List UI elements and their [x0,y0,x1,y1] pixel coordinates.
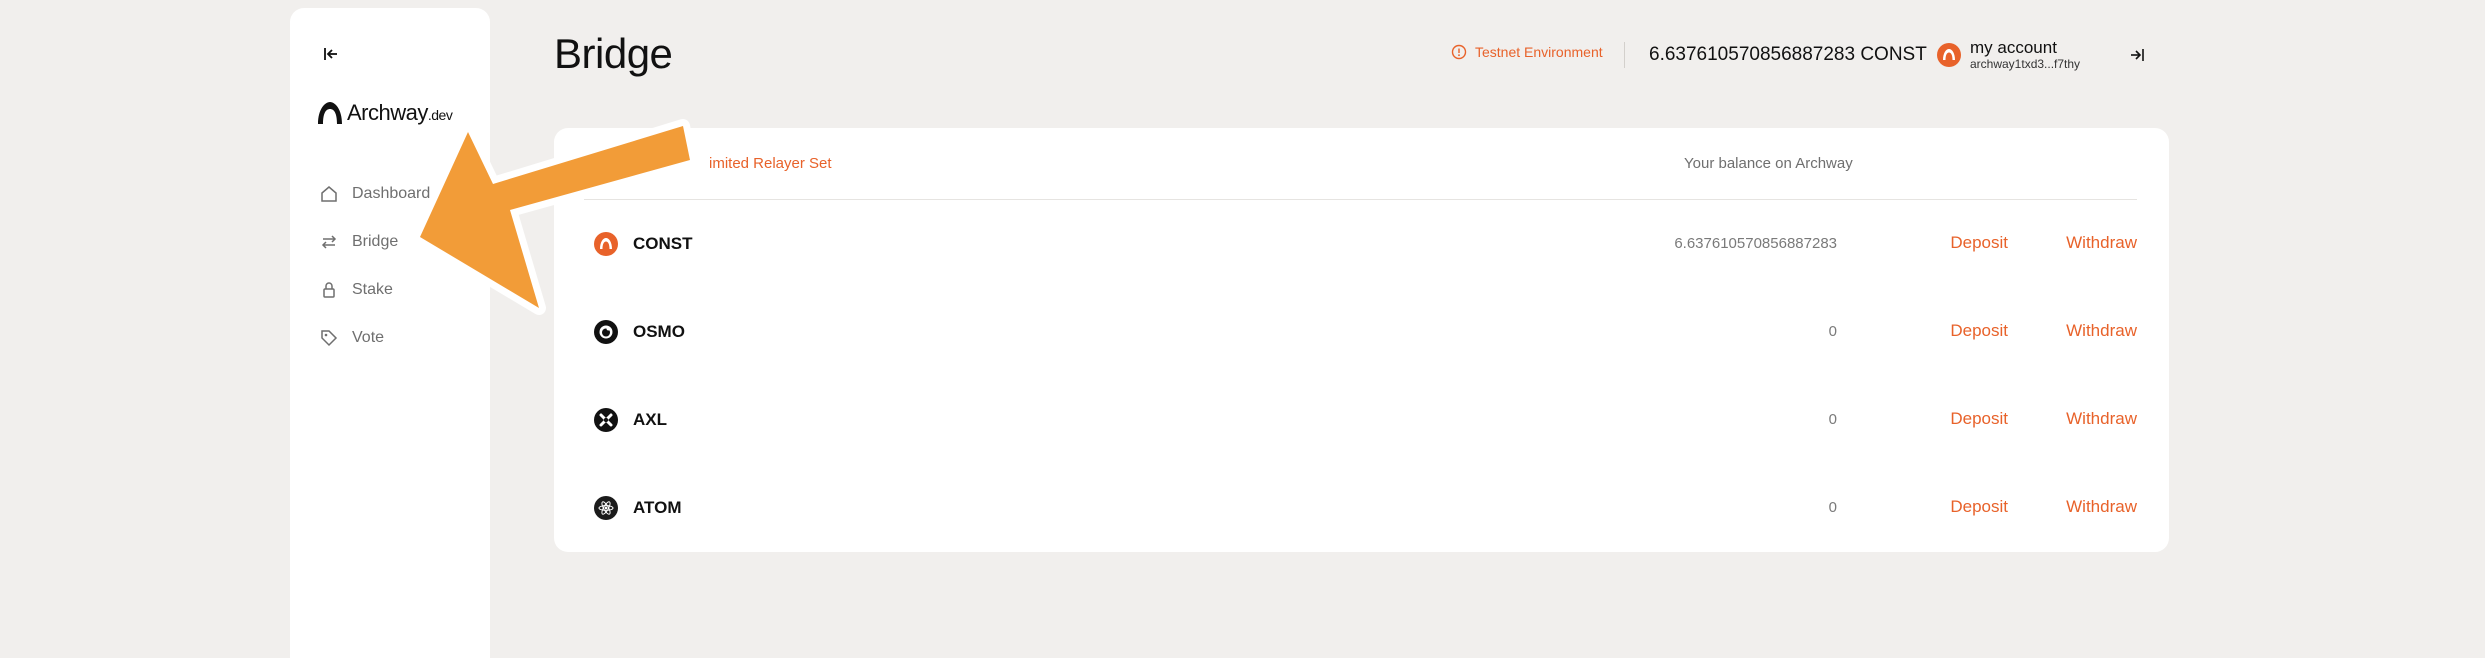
sidebar-item-label: Vote [352,329,385,346]
archway-logo[interactable]: Archway.dev [317,100,453,126]
token-balance: 0 [1828,323,1837,340]
tag-icon [321,330,338,347]
sidebar-item-label: Dashboard [352,185,431,202]
balance-column-header: Your balance on Archway [1684,155,1853,172]
sidebar-item-label: Bridge [352,233,399,250]
collapse-left-icon [324,48,337,60]
logout-button[interactable] [2126,44,2148,66]
token-name: ATOM [633,498,682,517]
token-name: AXL [633,410,667,429]
account-name: my account [1970,38,2057,57]
deposit-button[interactable]: Deposit [1950,497,2008,517]
deposit-button[interactable]: Deposit [1950,409,2008,429]
environment-label: Testnet Environment [1475,44,1603,60]
table-row: AXL 0 Deposit Withdraw [584,376,2137,464]
sidebar: Archway.dev Dashboard Bridge Stake Vote [290,8,490,658]
environment-badge: Testnet Environment [1451,44,1603,60]
logout-icon [2131,49,2144,61]
table-row: CONST 6.637610570856887283 Deposit Withd… [584,200,2137,288]
withdraw-button[interactable]: Withdraw [2066,321,2137,341]
logo-text: Archway.dev [347,100,453,125]
withdraw-button[interactable]: Withdraw [2066,409,2137,429]
const-token-icon [1936,43,1961,67]
sidebar-item-dashboard[interactable]: Dashboard [320,170,430,218]
collapse-sidebar-button[interactable] [319,42,343,66]
table-row: OSMO 0 Deposit Withdraw [584,288,2137,376]
relayer-set-link[interactable]: imited Relayer Set [709,155,832,172]
page-title: Bridge [554,30,673,77]
token-balance: 0 [1828,499,1837,516]
lock-icon [323,282,335,298]
sidebar-item-bridge[interactable]: Bridge [320,218,430,266]
warning-icon [1451,44,1467,60]
withdraw-button[interactable]: Withdraw [2066,233,2137,253]
table-row: ATOM 0 Deposit Withdraw [584,464,2137,552]
axl-token-icon [594,408,618,432]
token-balance: 0 [1828,411,1837,428]
withdraw-button[interactable]: Withdraw [2066,497,2137,517]
account-info[interactable]: my account archway1txd3...f7thy [1970,38,2080,71]
sidebar-item-stake[interactable]: Stake [320,266,430,314]
bridge-card: imited Relayer Set Your balance on Archw… [554,128,2169,552]
wallet-balance-value: 6.637610570856887283 CONST [1649,44,1927,65]
header-divider [1624,42,1625,68]
token-name: CONST [633,234,693,253]
sidebar-item-label: Stake [352,281,393,298]
deposit-button[interactable]: Deposit [1950,321,2008,341]
table-header: imited Relayer Set Your balance on Archw… [584,128,2137,200]
osmo-token-icon [594,320,618,344]
home-icon [321,186,337,202]
token-balance: 6.637610570856887283 [1674,235,1837,252]
arrows-swap-icon [321,235,337,249]
token-name: OSMO [633,322,685,341]
deposit-button[interactable]: Deposit [1950,233,2008,253]
atom-token-icon [594,496,618,520]
const-token-icon [594,232,618,256]
wallet-balance: 6.637610570856887283 CONST [1649,43,1961,67]
account-address: archway1txd3...f7thy [1970,56,2081,71]
sidebar-nav: Dashboard Bridge Stake Vote [320,170,430,362]
sidebar-item-vote[interactable]: Vote [320,314,430,362]
archway-logo-icon [318,102,342,124]
